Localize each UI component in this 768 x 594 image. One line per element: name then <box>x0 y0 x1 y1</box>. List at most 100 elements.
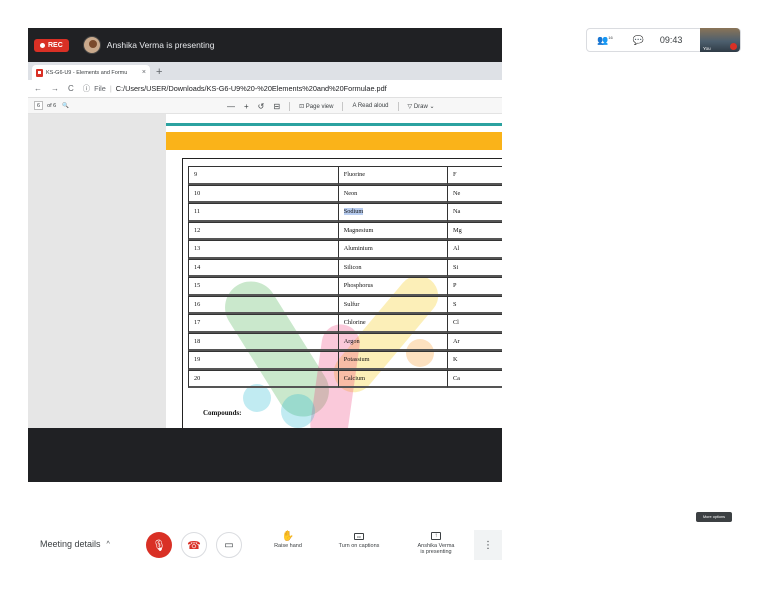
presenting-button[interactable]: ↑ Anshika Verma is presenting <box>410 530 462 555</box>
element-name-text: Sodium <box>343 208 364 216</box>
draw-label: Draw <box>413 103 428 110</box>
zoom-in-icon[interactable]: + <box>244 102 249 111</box>
more-vertical-icon: ⋮ <box>483 539 493 551</box>
table-row: 9 Fluorine F <box>188 166 502 185</box>
element-number-text: 15 <box>194 282 201 290</box>
element-name-cell: Argon <box>337 332 447 351</box>
chevron-up-icon: ^ <box>106 540 110 548</box>
url-field[interactable]: ⓘ File | C:/Users/USER/Downloads/KS-G6-U… <box>83 84 387 94</box>
people-icon: 👥 <box>597 34 609 45</box>
element-number-cell: 15 <box>188 277 338 296</box>
element-name-cell: Silicon <box>337 258 447 277</box>
element-symbol-cell: Ne <box>446 184 502 203</box>
element-name-text: Argon <box>343 337 360 345</box>
presenting-label-line2: is presenting <box>420 549 452 555</box>
shared-browser-window: KS-G6-U9 - Elements and Formu × + ← → C … <box>28 62 502 428</box>
element-number-cell: 18 <box>188 332 338 351</box>
hand-icon: ✋ <box>281 531 295 542</box>
page-view-label: Page view <box>305 103 334 110</box>
header-teal-line <box>166 123 502 126</box>
element-name-cell: Phosphorus <box>337 277 447 296</box>
element-number-text: 10 <box>194 189 201 197</box>
element-symbol-cell: Mg <box>446 221 502 240</box>
element-symbol-cell: Si <box>446 258 502 277</box>
elements-table: 9 Fluorine F 10 Neon Ne 11 Sodium Na 12 Magnesium M… <box>188 166 502 388</box>
draw-icon: ▽ <box>407 103 413 110</box>
watermark-logo-dot <box>243 384 271 412</box>
element-symbol-text: K <box>452 356 458 364</box>
page-number-input[interactable]: 6 <box>34 101 44 110</box>
new-tab-icon[interactable]: + <box>156 66 162 78</box>
element-number-cell: 13 <box>188 240 338 259</box>
element-name-cell: Sodium <box>337 203 447 222</box>
element-name-text: Fluorine <box>343 171 366 179</box>
leave-call-button[interactable]: ☎ <box>181 532 207 558</box>
raise-hand-button[interactable]: ✋ Raise hand <box>268 530 308 549</box>
captions-icon: cc <box>354 533 364 540</box>
element-number-text: 13 <box>194 245 201 253</box>
recording-badge: REC <box>34 38 69 52</box>
back-arrow-icon[interactable]: ← <box>34 84 42 93</box>
page-view-button[interactable]: ⊡ Page view <box>299 103 333 110</box>
table-row: 15 Phosphorus P <box>188 277 502 296</box>
zoom-out-icon[interactable]: — <box>227 102 235 111</box>
element-symbol-text: S <box>452 300 457 308</box>
captions-button[interactable]: cc Turn on captions <box>331 530 387 549</box>
element-symbol-text: Al <box>452 245 460 253</box>
element-number-cell: 9 <box>188 166 338 185</box>
reload-icon[interactable]: C <box>68 84 74 93</box>
element-symbol-cell: K <box>446 351 502 370</box>
present-screen-icon: ↑ <box>431 532 441 540</box>
more-options-button[interactable]: ⋮ <box>474 530 502 560</box>
camera-icon: ▭ <box>224 539 234 551</box>
meeting-details-button[interactable]: Meeting details ^ <box>40 539 110 549</box>
hang-up-icon: ☎ <box>187 539 201 552</box>
element-name-cell: Chlorine <box>337 314 447 333</box>
read-aloud-button[interactable]: A Read aloud <box>352 103 388 109</box>
participants-button[interactable]: 👥16 <box>597 35 613 46</box>
element-number-text: 19 <box>194 356 201 364</box>
chat-icon[interactable]: 💬 <box>633 35 644 46</box>
element-symbol-text: Cl <box>452 319 459 327</box>
browser-tab[interactable]: KS-G6-U9 - Elements and Formu × <box>32 65 150 80</box>
pdf-file-icon <box>36 68 43 77</box>
draw-button[interactable]: ▽ Draw ⌄ <box>408 103 435 110</box>
microphone-toggle-button[interactable]: 🎙 <box>146 532 172 558</box>
record-dot-icon <box>40 42 45 48</box>
table-row: 10 Neon Ne <box>188 184 502 203</box>
browser-tab-strip: KS-G6-U9 - Elements and Formu × + <box>28 62 502 80</box>
close-tab-icon[interactable]: × <box>142 69 146 76</box>
element-number-text: 17 <box>194 319 201 327</box>
element-symbol-cell: S <box>446 295 502 314</box>
browser-address-bar: ← → C ⓘ File | C:/Users/USER/Downloads/K… <box>28 80 502 98</box>
mic-off-icon <box>730 43 737 50</box>
element-number-text: 16 <box>194 300 201 308</box>
forward-arrow-icon[interactable]: → <box>51 84 59 93</box>
pdf-viewport[interactable]: 9 Fluorine F 10 Neon Ne 11 Sodium Na 12 Magnesium M… <box>28 114 502 428</box>
fit-page-icon[interactable]: ⊟ <box>273 102 280 111</box>
element-symbol-cell: Al <box>446 240 502 259</box>
info-icon[interactable]: ⓘ <box>83 84 90 94</box>
search-icon[interactable]: 🔍 <box>62 103 69 109</box>
element-name-text: Neon <box>343 189 358 197</box>
element-name-text: Magnesium <box>343 226 374 234</box>
presentation-stage: REC Anshika Verma is presenting KS-G6-U9… <box>28 28 502 482</box>
element-symbol-cell: Ar <box>446 332 502 351</box>
self-video-thumbnail[interactable]: You <box>700 28 740 52</box>
rotate-icon[interactable]: ↺ <box>258 102 265 111</box>
more-options-tooltip: More options <box>696 512 732 522</box>
address-separator: | <box>109 84 112 93</box>
mic-muted-icon: 🎙 <box>152 539 166 552</box>
element-number-cell: 17 <box>188 314 338 333</box>
watermark-logo-dot <box>281 394 315 428</box>
url-text: C:/Users/USER/Downloads/KS-G6-U9%20-%20E… <box>115 84 387 93</box>
table-row: 17 Chlorine Cl <box>188 314 502 333</box>
toolbar-divider <box>342 101 344 111</box>
self-view-bar: 👥16 💬 09:43 You <box>586 28 741 52</box>
element-name-text: Sulfur <box>343 300 360 308</box>
header-orange-band <box>166 132 502 150</box>
page-view-icon: ⊡ <box>299 103 305 110</box>
raise-hand-label: Raise hand <box>274 543 302 549</box>
element-name-text: Potassium <box>343 356 370 364</box>
camera-toggle-button[interactable]: ▭ <box>216 532 242 558</box>
